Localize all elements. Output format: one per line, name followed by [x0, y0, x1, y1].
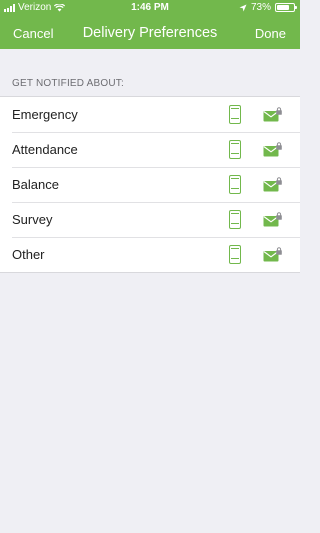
battery-fill [277, 5, 289, 10]
envelope-lock-icon[interactable] [263, 177, 283, 193]
preference-label: Emergency [12, 107, 78, 122]
preference-label: Survey [12, 212, 53, 227]
location-arrow-icon [239, 4, 247, 11]
preference-row: Attendance [0, 132, 300, 167]
section-header: GET NOTIFIED ABOUT: [12, 78, 124, 89]
preference-row: Survey [0, 202, 300, 237]
preference-label: Balance [12, 177, 59, 192]
envelope-lock-icon[interactable] [263, 107, 283, 123]
status-bar: Verizon 1:46 PM 73% [0, 0, 300, 16]
top-bar: Verizon 1:46 PM 73% Cancel Delivery Pref… [0, 0, 300, 49]
status-right: 73% [239, 2, 297, 13]
phone-icon[interactable] [229, 245, 241, 264]
preferences-list: Emergency Attendance Balance Survey Othe… [0, 96, 300, 273]
envelope-lock-icon[interactable] [263, 142, 283, 158]
envelope-lock-icon[interactable] [263, 212, 283, 228]
preference-row: Other [0, 237, 300, 272]
battery-icon [275, 3, 297, 12]
preference-row: Balance [0, 167, 300, 202]
phone-icon[interactable] [229, 105, 241, 124]
phone-icon[interactable] [229, 140, 241, 159]
phone-icon[interactable] [229, 175, 241, 194]
preference-label: Other [12, 247, 45, 262]
preference-label: Attendance [12, 142, 78, 157]
battery-percent: 73% [250, 2, 271, 13]
preference-row: Emergency [0, 97, 300, 132]
navigation-bar: Cancel Delivery Preferences Done [0, 16, 300, 49]
envelope-lock-icon[interactable] [263, 247, 283, 263]
phone-icon[interactable] [229, 210, 241, 229]
done-button[interactable]: Done [255, 26, 286, 41]
